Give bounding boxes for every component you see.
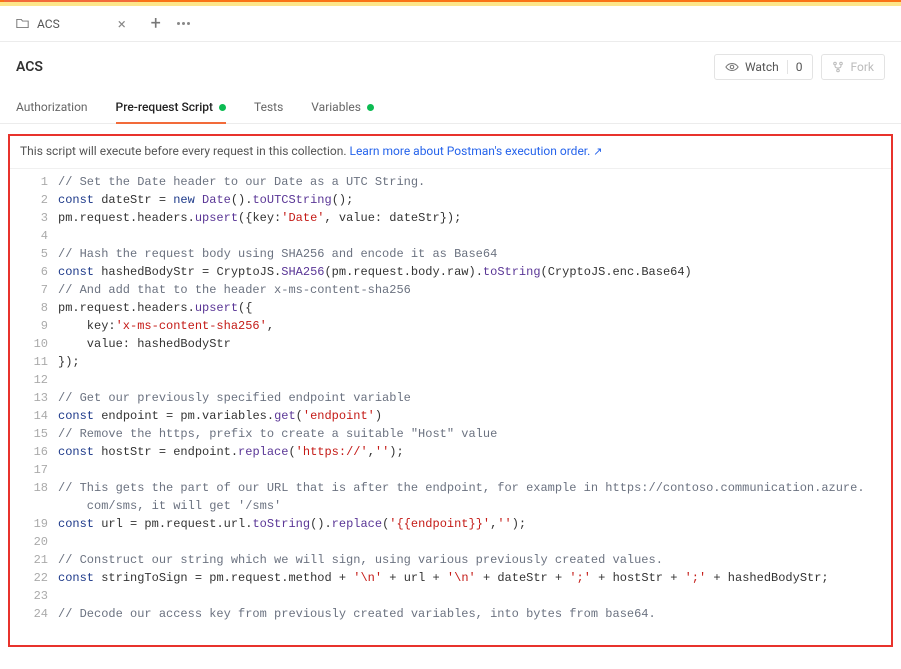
folder-icon [16, 18, 29, 29]
header-actions: Watch 0 Fork [714, 54, 885, 80]
tab-authorization-label: Authorization [16, 100, 88, 114]
watch-button[interactable]: Watch 0 [714, 54, 814, 80]
ellipsis-icon [177, 22, 190, 25]
status-dot-icon [219, 104, 226, 111]
page-title: ACS [16, 59, 43, 75]
tab-variables-label: Variables [311, 100, 361, 114]
more-tabs-button[interactable] [170, 10, 198, 38]
watch-count: 0 [787, 60, 803, 74]
status-dot-icon [367, 104, 374, 111]
fork-label: Fork [850, 60, 874, 74]
watch-label: Watch [745, 60, 779, 74]
eye-icon [725, 62, 739, 72]
close-icon[interactable]: × [118, 15, 126, 33]
info-text-body: This script will execute before every re… [20, 144, 349, 158]
learn-more-link[interactable]: Learn more about Postman's execution ord… [349, 144, 602, 158]
header-row: ACS Watch 0 Fork [0, 42, 901, 94]
tab-prerequest[interactable]: Pre-request Script [116, 94, 226, 123]
line-gutter: 123456789101112131415161718192021222324 [10, 173, 58, 623]
external-link-icon: ↗ [593, 145, 602, 158]
tab-acs[interactable]: ACS × [4, 6, 138, 41]
learn-more-label: Learn more about Postman's execution ord… [349, 144, 590, 158]
highlight-box: This script will execute before every re… [8, 134, 893, 647]
tab-authorization[interactable]: Authorization [16, 94, 88, 123]
code-content[interactable]: // Set the Date header to our Date as a … [58, 173, 891, 623]
tab-bar: ACS × + [0, 6, 901, 42]
tab-tests-label: Tests [254, 100, 283, 114]
fork-icon [832, 61, 844, 73]
tab-variables[interactable]: Variables [311, 94, 374, 123]
tab-tests[interactable]: Tests [254, 94, 283, 123]
info-text: This script will execute before every re… [10, 136, 891, 169]
code-editor[interactable]: 123456789101112131415161718192021222324 … [10, 169, 891, 645]
new-tab-button[interactable]: + [142, 10, 170, 38]
subtab-bar: Authorization Pre-request Script Tests V… [0, 94, 901, 124]
tab-label: ACS [37, 17, 60, 31]
fork-button[interactable]: Fork [821, 54, 885, 80]
tab-prerequest-label: Pre-request Script [116, 100, 213, 114]
